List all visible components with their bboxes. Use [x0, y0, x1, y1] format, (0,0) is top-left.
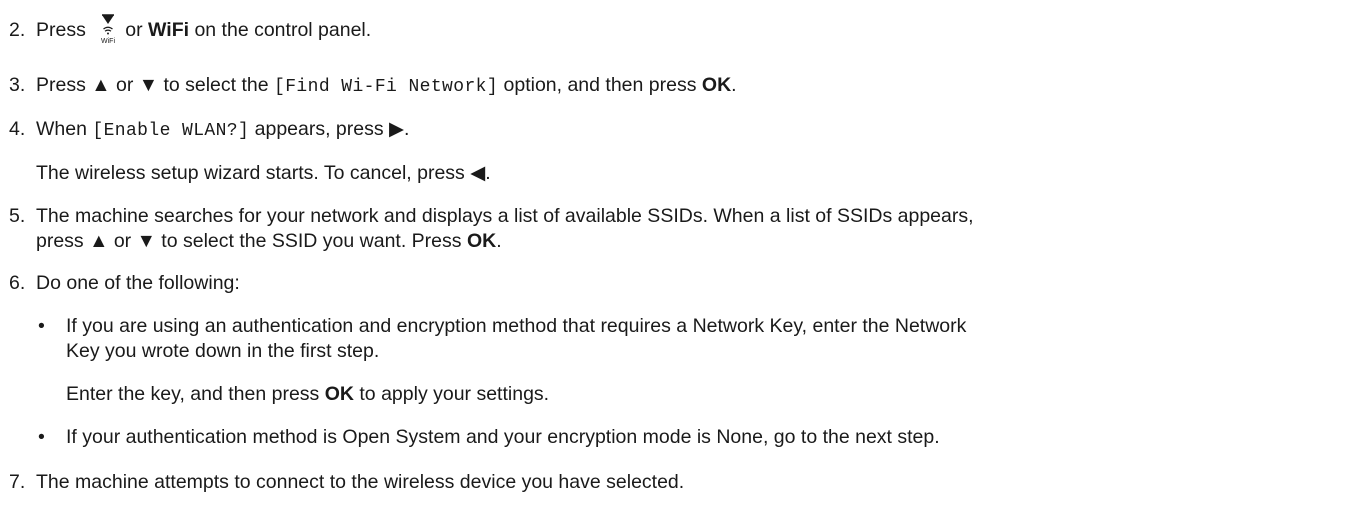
bullet-item-line2: Key you wrote down in the first step.	[66, 340, 380, 362]
step-number: 3.	[9, 74, 26, 96]
step-5-line2: press ▲ or ▼ to select the SSID you want…	[36, 230, 502, 252]
step-number: 5.	[9, 205, 26, 227]
step-number: 2.	[9, 19, 26, 41]
bullet-note: Enter the key, and then press OK to appl…	[66, 383, 550, 405]
wifi-icon-label: WiFi	[101, 38, 115, 45]
wifi-button-icon: WiFi	[95, 14, 121, 45]
lcd-message: [Enable WLAN?]	[92, 121, 250, 141]
menu-option: [Find Wi-Fi Network]	[274, 77, 499, 97]
step-4-note: The wireless setup wizard starts. To can…	[36, 162, 491, 184]
step-number: 6.	[9, 272, 26, 294]
instructions-page: 2. Press WiFi or WiFi on the control pan…	[0, 0, 1347, 508]
step-number: 4.	[9, 118, 26, 140]
step-number: 7.	[9, 471, 26, 493]
bullet-marker: •	[38, 315, 45, 337]
bullet-marker: •	[38, 426, 45, 448]
